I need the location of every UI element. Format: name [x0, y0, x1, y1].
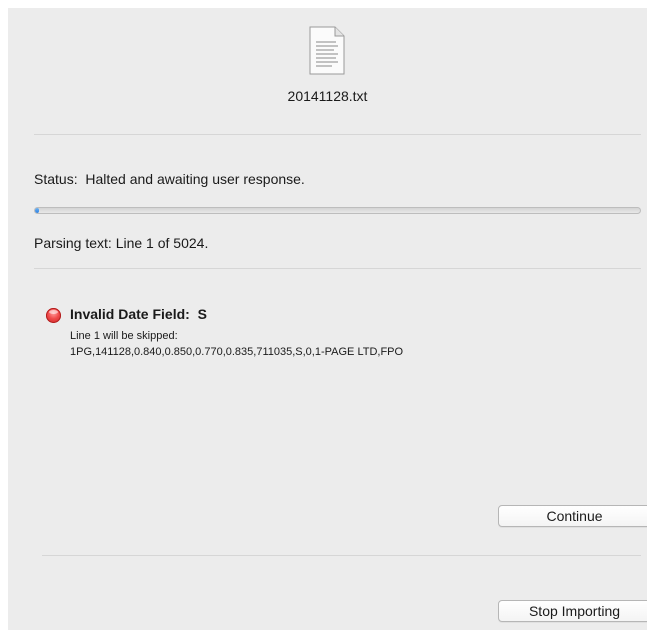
- import-panel: 20141128.txt Status: Halted and awaiting…: [8, 8, 647, 630]
- stop-importing-button[interactable]: Stop Importing: [498, 600, 647, 622]
- red-error-dot-icon: [46, 308, 61, 323]
- text-document-icon: [309, 26, 345, 75]
- continue-button[interactable]: Continue: [498, 505, 647, 527]
- divider-middle: [34, 268, 641, 269]
- divider-bottom: [42, 555, 641, 556]
- progress-fill: [35, 208, 39, 213]
- parsing-status-text: Parsing text: Line 1 of 5024.: [34, 235, 209, 251]
- divider-top: [34, 134, 641, 135]
- file-name: 20141128.txt: [287, 88, 368, 104]
- error-message: Line 1 will be skipped:: [70, 330, 178, 342]
- error-title: Invalid Date Field: S: [70, 306, 207, 322]
- status-text: Status: Halted and awaiting user respons…: [34, 171, 305, 187]
- error-record: 1PG,141128,0.840,0.850,0.770,0.835,71103…: [70, 346, 404, 358]
- progress-bar: [34, 207, 641, 214]
